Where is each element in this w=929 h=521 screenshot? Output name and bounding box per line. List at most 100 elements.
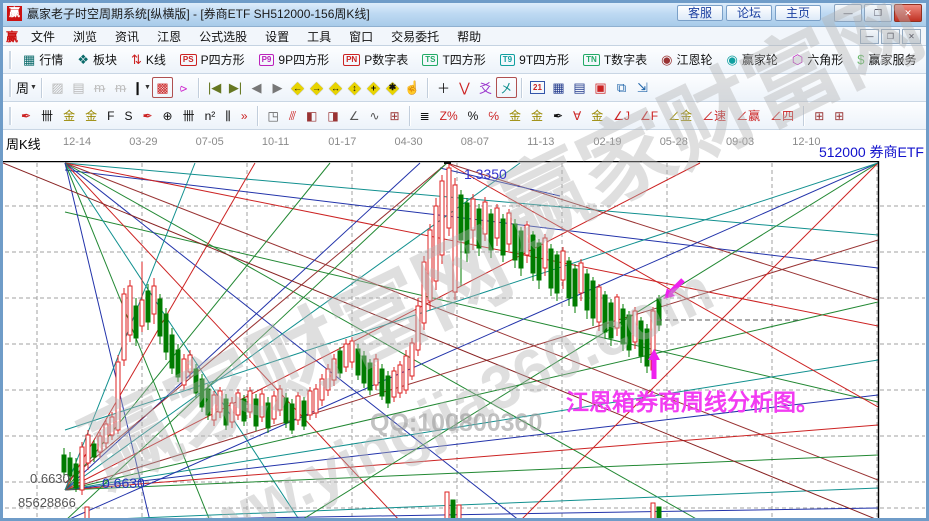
a-channel-button[interactable]: ∀: [568, 109, 586, 123]
data-matrix-button[interactable]: ▦: [548, 77, 569, 98]
crosshair-button[interactable]: ＋: [433, 77, 454, 98]
gold-ruler-1-button[interactable]: 金: [58, 109, 80, 123]
bars3-tool-disabled-icon[interactable]: ᵯ: [89, 77, 110, 98]
menu-item-交易委托[interactable]: 交易委托: [382, 28, 448, 45]
photo-tool-disabled-icon[interactable]: ▨: [47, 77, 68, 98]
brush-ruler-button[interactable]: ✒: [137, 109, 157, 123]
p-number-table-button[interactable]: PNP数字表: [336, 51, 415, 68]
f-angle-button[interactable]: ∠F: [635, 109, 663, 123]
sectors-button[interactable]: ❖板块: [70, 51, 124, 68]
gann-symbols-button[interactable]: 爻: [475, 77, 496, 98]
expand-all-diamond-button[interactable]: ◆+: [364, 78, 383, 97]
more-tools-button[interactable]: »: [236, 109, 253, 123]
gann-fan-button[interactable]: ⫻: [284, 109, 301, 123]
save-button[interactable]: ▣: [590, 77, 611, 98]
quotes-button-label: 行情: [39, 51, 63, 68]
homepage-button[interactable]: 主页: [775, 5, 821, 21]
winner-wheel-icon: ◉: [727, 53, 738, 66]
step-back-button[interactable]: ◀: [246, 77, 267, 98]
report-tool-disabled-icon[interactable]: ▤: [68, 77, 89, 98]
percent-line-button[interactable]: ℅: [483, 109, 504, 123]
candle-style-dropdown[interactable]: ❙▼: [131, 77, 152, 98]
percent-button[interactable]: %: [463, 109, 484, 123]
measure-ruler-button[interactable]: ⫼: [220, 109, 236, 123]
gold-ruler-2-button[interactable]: 金: [80, 109, 102, 123]
goto-last-button[interactable]: ▶|: [225, 77, 246, 98]
box-select-button[interactable]: ◳: [263, 109, 284, 123]
trendline-draw-button[interactable]: ⋁: [454, 77, 475, 98]
gold-lines-button[interactable]: 金: [526, 109, 548, 123]
menu-item-窗口[interactable]: 窗口: [340, 28, 382, 45]
gann-grid-tool-button[interactable]: ▩: [152, 77, 173, 98]
close-button[interactable]: ✕: [894, 4, 922, 22]
percent-z-button[interactable]: Z%: [435, 109, 463, 123]
expand-right-diamond-button[interactable]: ◆→: [307, 78, 326, 97]
hash-ruler-button[interactable]: 卌: [36, 109, 58, 123]
period-week-dropdown[interactable]: 周▼: [16, 77, 37, 98]
chart-canvas[interactable]: 赢家财富网 www.yingjia360.com 赢家财富网 1.3350 0.…: [0, 161, 929, 521]
menu-item-公式选股[interactable]: 公式选股: [190, 28, 256, 45]
cycle-ruler-button[interactable]: ⊕: [158, 109, 178, 123]
mdi-minimize-button[interactable]: —: [860, 29, 879, 44]
hexagon-button[interactable]: ⬡六角形: [785, 51, 850, 68]
spiral-ruler-button[interactable]: S: [119, 109, 137, 123]
menu-item-帮助[interactable]: 帮助: [448, 28, 490, 45]
step-forward-button[interactable]: ▶: [267, 77, 288, 98]
menu-item-设置[interactable]: 设置: [256, 28, 298, 45]
win-angle-button[interactable]: ∠赢: [731, 109, 765, 123]
pan-hand-button[interactable]: ☝: [402, 77, 423, 98]
plain-ruler-button[interactable]: 卌: [178, 109, 200, 123]
expand-vertical-diamond-button[interactable]: ◆↕: [345, 78, 364, 97]
bars9-tool-disabled-icon[interactable]: ᵯ: [110, 77, 131, 98]
goto-first-button[interactable]: |◀: [204, 77, 225, 98]
candle-brush-button[interactable]: ✒: [548, 109, 568, 123]
quotes-button[interactable]: ▦行情: [16, 51, 70, 68]
color-histogram-button[interactable]: ⪧: [173, 77, 194, 98]
fibonacci-ruler-button[interactable]: F: [102, 109, 119, 123]
expand-left-diamond-button[interactable]: ◆←: [288, 78, 307, 97]
gold-grid-2-button[interactable]: ⊞: [829, 109, 849, 123]
bars-tool-button[interactable]: ≣: [415, 109, 435, 123]
gold-circle-button[interactable]: 金: [504, 109, 526, 123]
maximize-button[interactable]: ❐: [864, 4, 892, 22]
menu-item-浏览[interactable]: 浏览: [64, 28, 106, 45]
t-square-button[interactable]: TST四方形: [415, 51, 493, 68]
menu-item-文件[interactable]: 文件: [22, 28, 64, 45]
calendar-button[interactable]: 21: [527, 77, 548, 98]
wave-lines-button[interactable]: 㐅: [496, 77, 517, 98]
9t-square-button[interactable]: T99T四方形: [493, 51, 576, 68]
expand-horizontal-diamond-button[interactable]: ◆↔: [326, 78, 345, 97]
forum-button[interactable]: 论坛: [726, 5, 772, 21]
n-square-ruler-button[interactable]: n²: [200, 109, 221, 123]
j-angle-button[interactable]: ∠J: [608, 109, 635, 123]
menu-item-工具[interactable]: 工具: [298, 28, 340, 45]
speed-angle-button[interactable]: ∠速: [697, 109, 731, 123]
winner-wheel-button[interactable]: ◉赢家轮: [720, 51, 785, 68]
four-angle-button[interactable]: ∠四: [765, 109, 799, 123]
gold-grid-1-button[interactable]: ⊞: [809, 109, 829, 123]
zigzag-button[interactable]: ∿: [364, 109, 384, 123]
minimize-button[interactable]: —: [834, 4, 862, 22]
grid-tool-button[interactable]: ⊞: [385, 109, 405, 123]
menu-item-江恩[interactable]: 江恩: [148, 28, 190, 45]
brush-tool-button[interactable]: ✒: [16, 109, 36, 123]
p-square-button[interactable]: PSP四方形: [173, 51, 252, 68]
winner-service-button[interactable]: $赢家服务: [850, 51, 923, 68]
fan-box-2-button[interactable]: ◨: [322, 109, 343, 123]
gold-underline-button[interactable]: 金: [586, 109, 608, 123]
gann-wheel-button[interactable]: ◉江恩轮: [654, 51, 719, 68]
angle-lines-button[interactable]: ∠: [344, 109, 365, 123]
gold-angle-button[interactable]: ∠金: [663, 109, 697, 123]
fan-box-1-button[interactable]: ◧: [301, 109, 322, 123]
notes-button[interactable]: ▤: [569, 77, 590, 98]
9p-square-button[interactable]: P99P四方形: [252, 51, 336, 68]
mdi-close-button[interactable]: ✕: [902, 29, 921, 44]
mdi-restore-button[interactable]: ❐: [881, 29, 900, 44]
menu-item-资讯[interactable]: 资讯: [106, 28, 148, 45]
t-number-table-button[interactable]: TNT数字表: [576, 51, 654, 68]
compress-all-diamond-button[interactable]: ◆✱: [383, 78, 402, 97]
export-button[interactable]: ⇲: [632, 77, 653, 98]
copy-chart-button[interactable]: ⧉: [611, 77, 632, 98]
kline-button[interactable]: ⇅K线: [124, 51, 173, 68]
customer-service-button[interactable]: 客服: [677, 5, 723, 21]
